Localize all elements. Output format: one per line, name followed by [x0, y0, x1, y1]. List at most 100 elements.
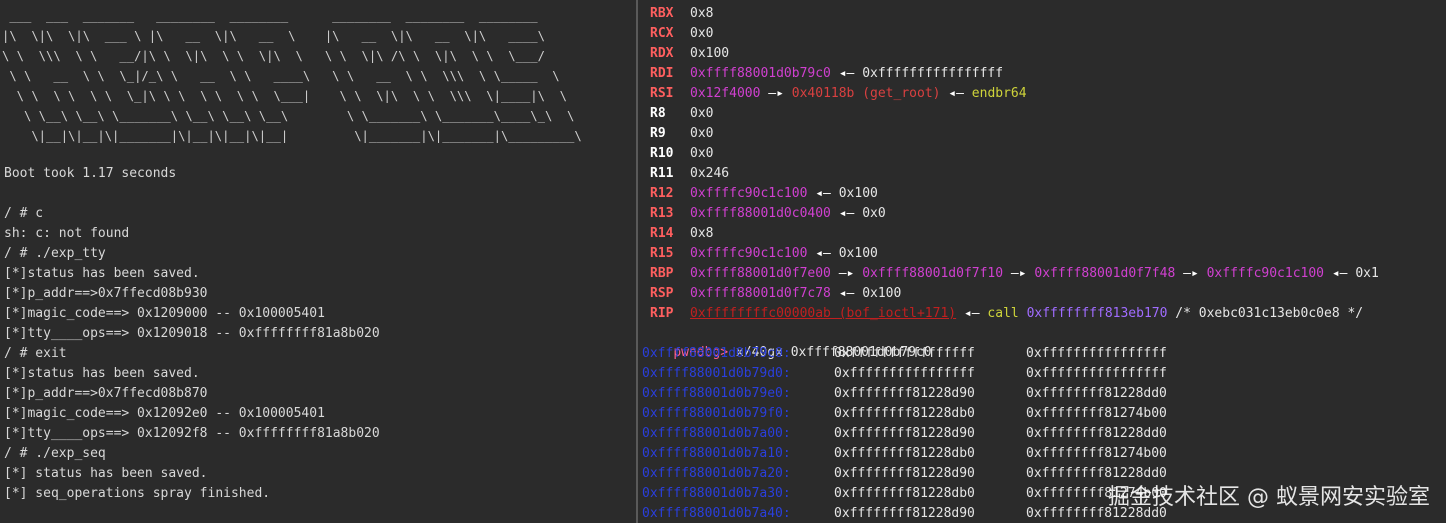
register-value: ◂—	[1324, 266, 1356, 281]
terminal-line: Boot took 1.17 seconds	[4, 166, 177, 181]
memory-row: 0xffff88001d0b79e0: 0xffffffff81228d90 0xf…	[642, 384, 1442, 404]
register-value: 0x0	[690, 126, 714, 141]
register-value: ◂—	[830, 66, 863, 81]
register-name: RBX	[650, 6, 674, 21]
register-name: R8	[650, 106, 666, 121]
memory-qword-2: 0xffffffffffffffff	[1026, 366, 1167, 381]
register-value: 0xffffffffffffffff	[862, 66, 1004, 81]
terminal-line: / # ./exp_seq	[4, 446, 106, 461]
register-value: 0x100	[862, 286, 902, 301]
memory-address: 0xffff88001d0b7a30:	[642, 486, 791, 501]
register-row-r15: R15 0xffffc90c1c100 ◂— 0x100	[650, 244, 878, 264]
memory-qword-1: 0xffffffff81228db0	[834, 486, 975, 501]
register-value: 0xffffc90c1c100	[1206, 266, 1325, 281]
register-value: 0xffffc90c1c100	[690, 186, 808, 201]
register-value: ◂—	[830, 206, 863, 221]
register-value: 0xffffffff813eb170	[1026, 306, 1168, 321]
register-value: 0x0	[690, 146, 714, 161]
register-value: 0x100	[690, 46, 730, 61]
memory-qword-2: 0xffffffff81228dd0	[1026, 386, 1167, 401]
terminal-line: [*]p_addr==>0x7ffecd08b870	[4, 386, 208, 401]
memory-qword-1: 0xffffffffffffffff	[834, 366, 975, 381]
terminal-line: [*]magic_code==> 0x12092e0 -- 0x10000540…	[4, 406, 325, 421]
register-value: 0x0	[862, 206, 886, 221]
register-value: 0xffffffffc00000ab (bof_ioctl+171)	[690, 306, 957, 321]
register-value: 0x12f4000	[690, 86, 761, 101]
register-name: RDX	[650, 46, 674, 61]
register-name: R15	[650, 246, 674, 261]
register-row-rcx: RCX 0x0	[650, 24, 713, 44]
register-row-r8: R8 0x0	[650, 104, 713, 124]
memory-row: 0xffff88001d0b7a00: 0xffffffff81228d90 0xf…	[642, 424, 1442, 444]
memory-address: 0xffff88001d0b79c0:	[642, 346, 791, 361]
register-value: —▸	[760, 86, 792, 101]
gdb-command-line[interactable]: pwndbg> x/40gx 0xffff88001d0b79c0	[642, 323, 931, 360]
register-value: ◂—	[940, 86, 972, 101]
register-value: 0x8	[690, 226, 714, 241]
memory-address: 0xffff88001d0b7a00:	[642, 426, 791, 441]
watermark: 掘金技术社区 @ 蚁景网安实验室	[1108, 485, 1430, 510]
register-row-rbp: RBP 0xffff88001d0f7e00 —▸ 0xffff88001d0f7…	[650, 264, 1379, 284]
register-value: 0x1	[1355, 266, 1379, 281]
register-value: 0x8	[690, 6, 714, 21]
register-value: 0x100	[838, 186, 878, 201]
register-value: —▸	[1003, 266, 1035, 281]
register-value: ◂—	[956, 306, 988, 321]
terminal-line: [*]p_addr==>0x7ffecd08b930	[4, 286, 208, 301]
register-name: R12	[650, 186, 674, 201]
memory-qword-1: 0xffffffff81228d90	[834, 466, 975, 481]
register-name: R14	[650, 226, 674, 241]
register-name: R11	[650, 166, 674, 181]
register-name: RSP	[650, 286, 674, 301]
terminal-line: / # ./exp_tty	[4, 246, 106, 261]
register-value: 0xffff88001d0f7c78	[690, 286, 831, 301]
terminal-line: [*] seq_operations spray finished.	[4, 486, 271, 501]
register-value: endbr64	[971, 86, 1027, 101]
register-value: call	[987, 306, 1019, 321]
terminal-line: / # c	[4, 206, 44, 221]
register-row-r9: R9 0x0	[650, 124, 713, 144]
memory-address: 0xffff88001d0b7a10:	[642, 446, 791, 461]
ascii-banner: ___ ___ _______ ________ ________ ______…	[2, 9, 582, 143]
register-row-r11: R11 0x246	[650, 164, 729, 184]
terminal-line: sh: c: not found	[4, 226, 130, 241]
memory-row: 0xffff88001d0b79c0: 0xffffffffffffffff 0xf…	[642, 344, 1442, 364]
register-value: 0xffffc90c1c100	[690, 246, 808, 261]
memory-qword-1: 0xffffffff81228d90	[834, 386, 975, 401]
register-value: —▸	[1175, 266, 1207, 281]
register-name: R13	[650, 206, 674, 221]
right-terminal-pane[interactable]: RBX 0x8 RCX 0x0 RDX 0x100 RDI 0xffff88001d0b79c…	[638, 0, 1446, 523]
register-name: RIP	[650, 306, 674, 321]
register-value: 0xffff88001d0f7f48	[1034, 266, 1176, 281]
register-value: 0x0	[690, 26, 714, 41]
memory-row: 0xffff88001d0b79d0: 0xffffffffffffffff 0xf…	[642, 364, 1442, 384]
register-value: 0x246	[690, 166, 730, 181]
terminal-line: / # exit	[4, 346, 67, 361]
register-value: ◂—	[830, 286, 863, 301]
register-row-r12: R12 0xffffc90c1c100 ◂— 0x100	[650, 184, 878, 204]
register-value: 0x100	[838, 246, 878, 261]
memory-qword-1: 0xffffffffffffffff	[834, 346, 975, 361]
register-row-r13: R13 0xffff88001d0c0400 ◂— 0x0	[650, 204, 886, 224]
memory-address: 0xffff88001d0b7a40:	[642, 506, 791, 521]
register-row-rdx: RDX 0x100	[650, 44, 729, 64]
register-name: R10	[650, 146, 674, 161]
memory-row: 0xffff88001d0b79f0: 0xffffffff81228db0 0xf…	[642, 404, 1442, 424]
terminal-line: [*]tty____ops==> 0x12092f8 -- 0xffffffff…	[4, 426, 380, 441]
register-row-rdi: RDI 0xffff88001d0b79c0 ◂— 0xfffffffffffff…	[650, 64, 1003, 84]
register-row-rsp: RSP 0xffff88001d0f7c78 ◂— 0x100	[650, 284, 901, 304]
memory-address: 0xffff88001d0b79d0:	[642, 366, 791, 381]
register-value: 0xffff88001d0f7f10	[862, 266, 1004, 281]
memory-qword-2: 0xffffffffffffffff	[1026, 346, 1167, 361]
memory-qword-1: 0xffffffff81228d90	[834, 426, 975, 441]
memory-address: 0xffff88001d0b79f0:	[642, 406, 791, 421]
memory-qword-1: 0xffffffff81228db0	[834, 446, 975, 461]
terminal-line: [*]status has been saved.	[4, 266, 200, 281]
terminal-line: [*]tty____ops==> 0x1209018 -- 0xffffffff…	[4, 326, 380, 341]
memory-qword-1: 0xffffffff81228db0	[834, 406, 975, 421]
left-terminal-pane[interactable]: ___ ___ _______ ________ ________ ______…	[0, 0, 636, 523]
register-value: 0x40118b (get_root)	[791, 86, 941, 101]
register-name: RCX	[650, 26, 674, 41]
register-name: RSI	[650, 86, 674, 101]
register-value: 0xffff88001d0c0400	[690, 206, 831, 221]
